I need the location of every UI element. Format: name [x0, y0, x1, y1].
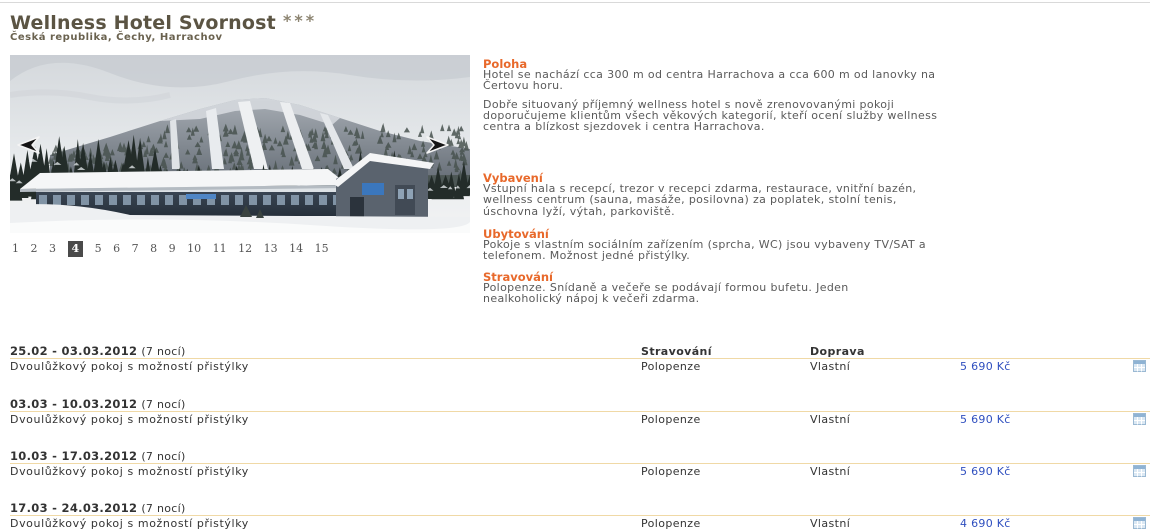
section-paragraph: Dobře situovaný příjemný wellness hotel … [483, 98, 1023, 134]
transport-type: Vlastní [810, 413, 851, 426]
gallery-page-link[interactable]: 11 [213, 241, 227, 257]
gallery-page-link[interactable]: 6 [113, 241, 120, 257]
term-group: 17.03 - 24.03.2012 (7 nocí) Dvoulůžkový p… [0, 502, 1150, 532]
calendar-icon[interactable] [1133, 465, 1146, 477]
chevron-right-icon[interactable] [424, 135, 452, 155]
room-type: Dvoulůžkový pokoj s možností přistýlky [10, 360, 249, 373]
text-line: úschovna lyží, výtah, parkoviště. [483, 204, 675, 218]
hotel-stars: *** [282, 11, 318, 30]
term-nights: (7 nocí) [141, 450, 186, 463]
term-header: 10.03 - 17.03.2012 (7 nocí) [0, 449, 1150, 464]
term-row[interactable]: Dvoulůžkový pokoj s možností přistýlky P… [0, 360, 1150, 373]
gallery-page-link[interactable]: 1 [12, 241, 19, 257]
gallery-page-link[interactable]: 2 [31, 241, 38, 257]
room-type: Dvoulůžkový pokoj s možností přistýlky [10, 413, 249, 426]
gallery-page-active[interactable]: 4 [67, 241, 84, 257]
gallery-page-link[interactable]: 15 [315, 241, 329, 257]
transport-type: Vlastní [810, 360, 851, 373]
text-line: Čertovu horu. [483, 79, 564, 93]
section-paragraph: Pokoje s vlastním sociálním zařízením (s… [483, 239, 1023, 262]
section-paragraph: Polopenze. Snídaně a večeře se podávají … [483, 282, 1023, 305]
term-period: 17.03 - 24.03.2012 (7 nocí) [10, 501, 186, 516]
text-line: telefonem. Možnost jedné přistýlky. [483, 249, 691, 263]
text-line: centra a blízkost sjezdovek i centra Har… [483, 120, 765, 134]
term-header: 17.03 - 24.03.2012 (7 nocí) [0, 501, 1150, 516]
gallery-page-link[interactable]: 3 [49, 241, 56, 257]
term-header: 03.03 - 10.03.2012 (7 nocí) [0, 397, 1150, 412]
transport-type: Vlastní [810, 517, 851, 530]
gallery-page-link[interactable]: 13 [264, 241, 278, 257]
gallery-page-link[interactable]: 7 [132, 241, 139, 257]
row-divider [10, 463, 1150, 464]
term-nights: (7 nocí) [141, 502, 186, 515]
room-type: Dvoulůžkový pokoj s možností přistýlky [10, 517, 249, 530]
board-type: Polopenze [641, 465, 701, 478]
gallery-page-link[interactable]: 9 [169, 241, 176, 257]
text-line: Hotel se nachází cca 300 m od centra Har… [483, 68, 936, 81]
board-type: Polopenze [641, 517, 701, 530]
row-divider [10, 411, 1150, 412]
calendar-icon[interactable] [1133, 360, 1146, 372]
top-divider [0, 2, 1150, 3]
term-period: 03.03 - 10.03.2012 (7 nocí) [10, 397, 186, 412]
gallery-page-link[interactable]: 8 [150, 241, 157, 257]
board-type: Polopenze [641, 360, 701, 373]
hotel-photo[interactable] [10, 55, 470, 233]
price-link[interactable]: 5 690 Kč [960, 465, 1011, 478]
calendar-icon[interactable] [1133, 413, 1146, 425]
section-location: Poloha Hotel se nachází cca 300 m od cen… [483, 58, 1023, 134]
price-link[interactable]: 4 690 Kč [960, 517, 1011, 530]
board-type: Polopenze [641, 413, 701, 426]
calendar-icon[interactable] [1133, 517, 1146, 529]
term-group: 25.02 - 03.03.2012 (7 nocí) Stravování Do… [0, 345, 1150, 375]
term-dates: 03.03 - 10.03.2012 [10, 397, 138, 411]
text-line: nealkoholický nápoj k večeři zdarma. [483, 292, 700, 306]
hotel-name: Wellness Hotel Svornost [10, 12, 276, 34]
row-divider [10, 515, 1150, 516]
section-meals: Stravování Polopenze. Snídaně a večeře s… [483, 271, 1023, 305]
row-divider [10, 358, 1150, 359]
price-link[interactable]: 5 690 Kč [960, 360, 1011, 373]
term-row[interactable]: Dvoulůžkový pokoj s možností přistýlky P… [0, 465, 1150, 478]
gallery-page-link[interactable]: 10 [187, 241, 201, 257]
section-paragraph: Hotel se nachází cca 300 m od centra Har… [483, 69, 1023, 92]
term-nights: (7 nocí) [141, 345, 186, 358]
gallery-pagination: 1 2 3 4 5 6 7 8 9 10 11 12 13 14 15 [12, 241, 337, 257]
column-header-board: Stravování [641, 345, 712, 358]
chevron-left-icon[interactable] [14, 135, 42, 155]
term-period: 10.03 - 17.03.2012 (7 nocí) [10, 449, 186, 464]
term-group: 10.03 - 17.03.2012 (7 nocí) Dvoulůžkový p… [0, 450, 1150, 480]
section-amenities: Vybavení Vstupní hala s recepcí, trezor … [483, 172, 1023, 217]
transport-type: Vlastní [810, 465, 851, 478]
room-type: Dvoulůžkový pokoj s možností přistýlky [10, 465, 249, 478]
text-line: wellness centrum (sauna, masáže, posilov… [483, 193, 897, 207]
column-header-transport: Doprava [810, 345, 865, 358]
term-dates: 25.02 - 03.03.2012 [10, 344, 138, 358]
term-group: 03.03 - 10.03.2012 (7 nocí) Dvoulůžkový p… [0, 398, 1150, 428]
gallery-page-link[interactable]: 5 [95, 241, 102, 257]
gallery-page-link[interactable]: 12 [238, 241, 252, 257]
section-accommodation: Ubytování Pokoje s vlastním sociálním za… [483, 228, 1023, 262]
gallery-page-link[interactable]: 14 [289, 241, 303, 257]
hotel-location: Česká republika, Čechy, Harrachov [10, 32, 223, 43]
term-nights: (7 nocí) [141, 398, 186, 411]
term-dates: 10.03 - 17.03.2012 [10, 449, 138, 463]
term-header: 25.02 - 03.03.2012 (7 nocí) Stravování Do… [0, 344, 1150, 359]
term-period: 25.02 - 03.03.2012 (7 nocí) [10, 344, 186, 359]
term-row[interactable]: Dvoulůžkový pokoj s možností přistýlky P… [0, 517, 1150, 530]
term-row[interactable]: Dvoulůžkový pokoj s možností přistýlky P… [0, 413, 1150, 426]
term-dates: 17.03 - 24.03.2012 [10, 501, 138, 515]
hotel-photo-image [10, 55, 470, 233]
section-paragraph: Vstupní hala s recepcí, trezor v recepci… [483, 183, 1023, 217]
price-link[interactable]: 5 690 Kč [960, 413, 1011, 426]
